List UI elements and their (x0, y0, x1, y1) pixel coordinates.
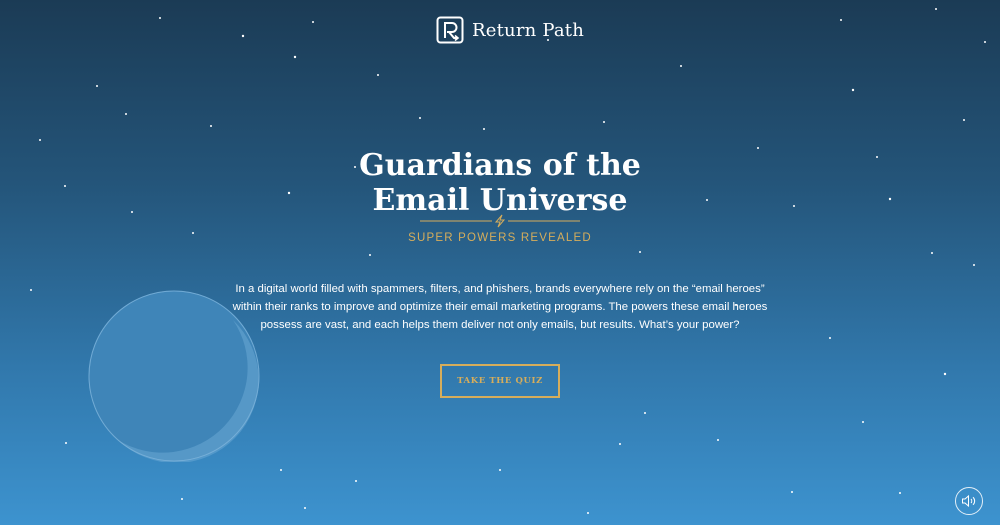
hero-subtitle: SUPER POWERS REVEALED (408, 232, 592, 244)
return-path-logo[interactable]: Return Path (436, 16, 584, 44)
brand-name: Return Path (472, 19, 585, 41)
return-path-logo-icon (436, 16, 464, 44)
sound-toggle-button[interactable] (955, 487, 983, 515)
take-the-quiz-button[interactable]: TAKE THE QUIZ (440, 364, 560, 398)
title-divider (420, 214, 580, 228)
hero-title-line-2: Email Universe (372, 183, 628, 218)
hero-title-line-1: Guardians of the (359, 148, 641, 183)
intro-paragraph: In a digital world filled with spammers,… (232, 283, 768, 331)
hero-title: Guardians of the Email Universe (0, 148, 1000, 218)
lightning-bolt-icon (494, 214, 506, 228)
speaker-icon (961, 494, 977, 508)
